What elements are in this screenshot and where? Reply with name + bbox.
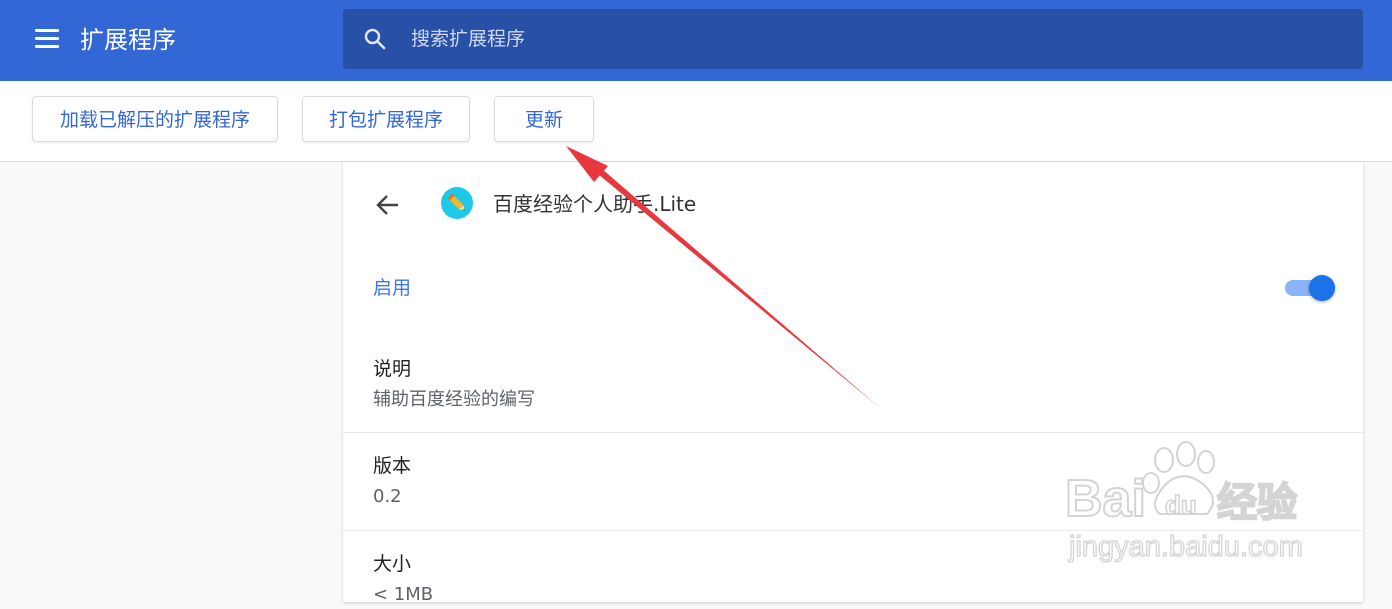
extension-name: 百度经验个人助手.Lite: [493, 192, 697, 216]
baidu-jingyan-watermark: Bai du 经验 jingyan.baidu.com: [1064, 441, 1303, 564]
dev-toolbar: 加载已解压的扩展程序 打包扩展程序 更新: [0, 81, 1392, 162]
enable-label: 启用: [373, 277, 412, 299]
description-title: 说明: [373, 358, 412, 380]
enable-toggle[interactable]: [1285, 275, 1335, 301]
back-arrow-icon[interactable]: [375, 192, 401, 218]
description-row: 说明 辅助百度经验的编写: [343, 355, 1363, 414]
svg-text:du: du: [1165, 490, 1197, 520]
load-unpacked-button[interactable]: 加载已解压的扩展程序: [32, 96, 278, 142]
divider: [343, 432, 1363, 433]
search-input[interactable]: 搜索扩展程序: [343, 9, 1363, 69]
pack-extension-button[interactable]: 打包扩展程序: [302, 96, 470, 142]
extension-icon: [441, 187, 473, 219]
update-button[interactable]: 更新: [494, 96, 594, 142]
search-placeholder: 搜索扩展程序: [411, 28, 526, 50]
top-bar: 扩展程序 搜索扩展程序: [0, 0, 1392, 81]
svg-text:jingyan.baidu.com: jingyan.baidu.com: [1068, 531, 1303, 563]
svg-text:经验: 经验: [1217, 480, 1297, 526]
description-value: 辅助百度经验的编写: [373, 389, 535, 410]
search-icon: [364, 28, 386, 50]
svg-text:Bai: Bai: [1065, 470, 1146, 528]
menu-icon[interactable]: [35, 29, 59, 49]
page-title: 扩展程序: [80, 26, 176, 54]
